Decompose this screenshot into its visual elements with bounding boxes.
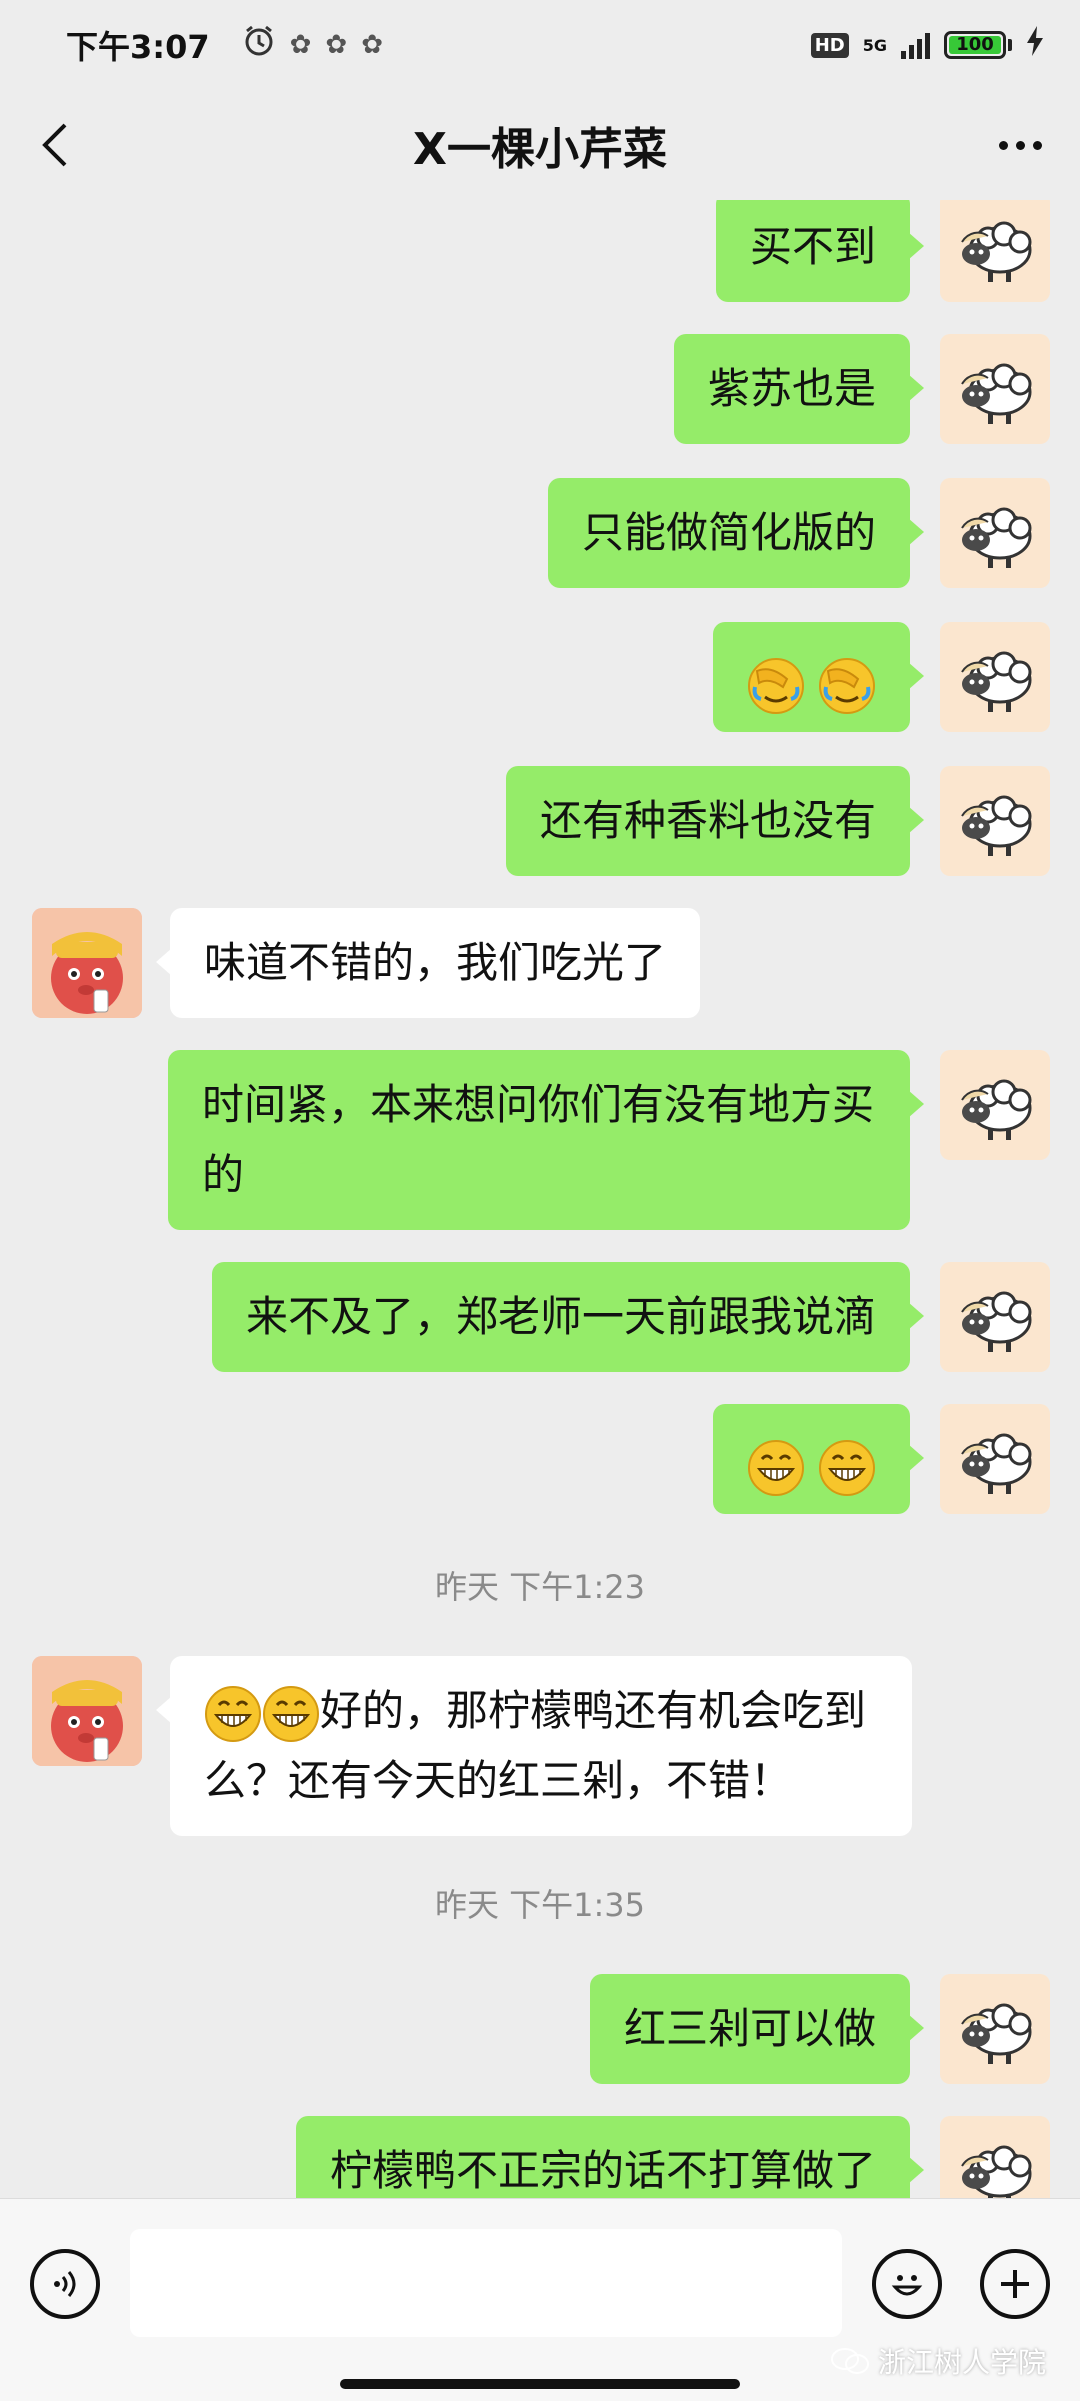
- message-row: 还有种香料也没有: [0, 766, 1080, 876]
- sheep-avatar-icon: [960, 221, 1032, 284]
- voice-button[interactable]: [30, 2249, 100, 2319]
- pig-avatar-icon: [32, 908, 142, 1018]
- voice-icon: [54, 2271, 76, 2297]
- smile-icon: [891, 2275, 923, 2296]
- message-row: 好的，那柠檬鸭还有机会吃到么？还有今天的红三剁，不错！: [0, 1656, 1080, 1836]
- message-bubble[interactable]: 味道不错的，我们吃光了: [155, 908, 701, 1018]
- message-row: 时间紧，本来想问你们有没有地方买的: [0, 1050, 1080, 1230]
- message-bubble[interactable]: 紫苏也是: [673, 334, 925, 444]
- grin-emoji-icon: [747, 1439, 805, 1496]
- self-avatar[interactable]: [940, 1050, 1050, 1160]
- message-row: 红三剁可以做: [0, 1974, 1080, 2084]
- message-bubble[interactable]: [712, 1404, 925, 1514]
- bee-icon: ✿: [289, 30, 312, 60]
- message-row: 味道不错的，我们吃光了: [0, 908, 1080, 1018]
- message-bubble[interactable]: 买不到: [715, 200, 925, 302]
- self-avatar[interactable]: [940, 766, 1050, 876]
- message-bubble[interactable]: 红三剁可以做: [589, 1974, 925, 2084]
- self-avatar[interactable]: [940, 200, 1050, 302]
- grin-emoji-icon: [262, 1685, 320, 1742]
- sheep-avatar-icon: [960, 363, 1032, 426]
- sheep-avatar-icon: [960, 795, 1032, 858]
- more-button[interactable]: [990, 120, 1050, 170]
- message-input[interactable]: [130, 2229, 842, 2337]
- self-avatar[interactable]: [940, 1404, 1050, 1514]
- chevron-left-icon: [42, 123, 67, 167]
- message-bubble[interactable]: 来不及了，郑老师一天前跟我说滴: [211, 1262, 925, 1372]
- battery-icon: 100: [944, 31, 1012, 59]
- grin-emoji-icon: [204, 1685, 262, 1742]
- message-bubble[interactable]: 柠檬鸭不正宗的话不打算做了: [295, 2116, 925, 2198]
- hd-badge: HD: [810, 32, 849, 58]
- input-bar: 浙江树人学院: [0, 2198, 1080, 2401]
- bee-icon: ✿: [361, 30, 383, 60]
- contact-avatar[interactable]: [32, 1656, 142, 1766]
- add-button[interactable]: [980, 2249, 1050, 2319]
- watermark: 浙江树人学院: [830, 2341, 1046, 2381]
- back-button[interactable]: [30, 120, 80, 170]
- sheep-avatar-icon: [960, 1291, 1032, 1354]
- wechat-icon: [830, 2348, 869, 2374]
- sheep-avatar-icon: [960, 2003, 1032, 2066]
- sheep-avatar-icon: [960, 507, 1032, 570]
- home-indicator[interactable]: [340, 2379, 740, 2389]
- message-bubble[interactable]: 只能做简化版的: [547, 478, 925, 588]
- charging-icon: [1026, 26, 1044, 64]
- sheep-avatar-icon: [960, 1079, 1032, 1142]
- message-row: 来不及了，郑老师一天前跟我说滴: [0, 1262, 1080, 1372]
- sheep-avatar-icon: [960, 651, 1032, 714]
- plus-icon: [1001, 2270, 1029, 2298]
- chat-title: X一棵小芹菜: [413, 124, 667, 175]
- alarm-icon: [242, 24, 276, 66]
- self-avatar[interactable]: [940, 334, 1050, 444]
- message-row: [0, 622, 1080, 732]
- sheep-avatar-icon: [960, 1433, 1032, 1496]
- self-avatar[interactable]: [940, 1974, 1050, 2084]
- message-bubble[interactable]: 时间紧，本来想问你们有没有地方买的: [168, 1050, 924, 1230]
- timestamp: 昨天 下午1:23: [434, 1568, 646, 1606]
- self-avatar[interactable]: [940, 2116, 1050, 2198]
- emoji-button[interactable]: [872, 2249, 942, 2319]
- message-row: 柠檬鸭不正宗的话不打算做了: [0, 2116, 1080, 2198]
- watermark-text: 浙江树人学院: [877, 2346, 1046, 2379]
- chat-area[interactable]: 买不到 紫苏也是 只能做简化版的 还有种香料也没有 味道不错的，我们吃光了 时间…: [0, 200, 1080, 2198]
- bee-icon: ✿: [325, 30, 348, 60]
- sheep-avatar-icon: [960, 2145, 1032, 2198]
- grin-emoji-icon: [818, 1439, 876, 1496]
- status-time: 下午3:07: [66, 28, 210, 66]
- message-row: 只能做简化版的: [0, 478, 1080, 588]
- facepalm-emoji-icon: [818, 656, 876, 715]
- battery-level: 100: [949, 36, 1001, 54]
- facepalm-emoji-icon: [746, 656, 805, 715]
- timestamp: 昨天 下午1:35: [434, 1886, 646, 1924]
- pig-avatar-icon: [32, 1656, 142, 1766]
- network-label: 5G: [862, 35, 887, 55]
- chat-header: X一棵小芹菜: [0, 90, 1080, 200]
- message-bubble[interactable]: 还有种香料也没有: [505, 766, 925, 876]
- message-row: 买不到: [0, 200, 1080, 310]
- self-avatar[interactable]: [940, 622, 1050, 732]
- signal-icon: [901, 31, 930, 59]
- self-avatar[interactable]: [940, 478, 1050, 588]
- contact-avatar[interactable]: [32, 908, 142, 1018]
- message-bubble[interactable]: [712, 622, 925, 732]
- more-dots-icon: [998, 140, 1008, 150]
- status-bar: 下午3:07 ✿ ✿ ✿ HD 5G 100: [0, 0, 1080, 90]
- message-row: 紫苏也是: [0, 334, 1080, 444]
- message-bubble[interactable]: 好的，那柠檬鸭还有机会吃到么？还有今天的红三剁，不错！: [156, 1656, 912, 1836]
- self-avatar[interactable]: [940, 1262, 1050, 1372]
- message-row: [0, 1404, 1080, 1514]
